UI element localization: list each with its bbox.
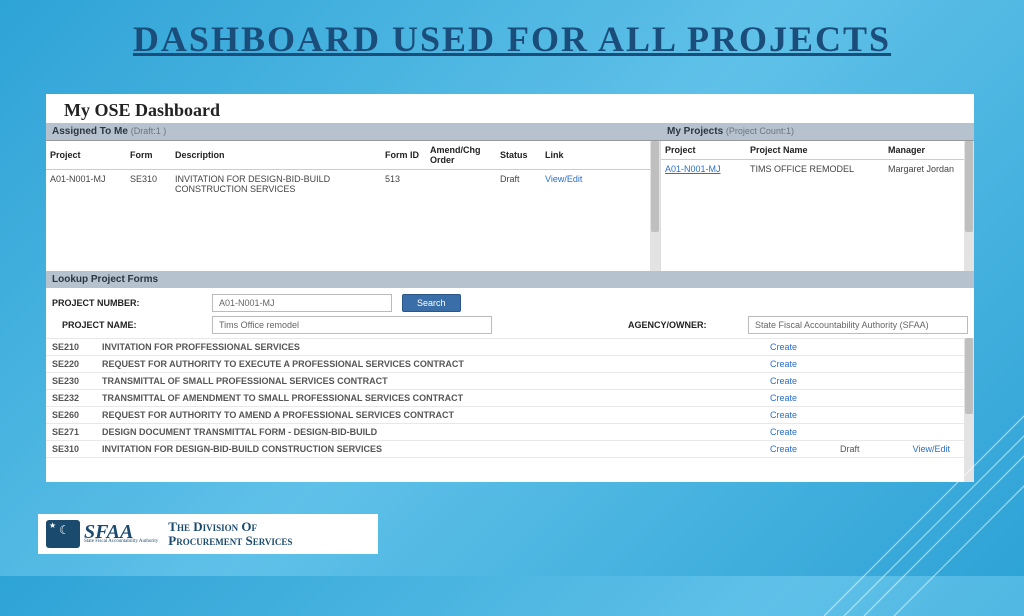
- table-row: [46, 458, 974, 465]
- assigned-table-container: Project Form Description Form ID Amend/C…: [46, 141, 661, 271]
- table-row: SE260REQUEST FOR AUTHORITY TO AMEND A PR…: [46, 407, 974, 424]
- cell-form: SE310: [126, 170, 171, 199]
- form-code: SE230: [46, 373, 96, 390]
- form-code: SE260: [46, 407, 96, 424]
- division-line2: Procurement Services: [168, 534, 292, 548]
- cell-status: Draft: [496, 170, 541, 199]
- view-edit-link[interactable]: View/Edit: [545, 174, 582, 184]
- label-agency-owner: AGENCY/OWNER:: [628, 320, 738, 330]
- scrollbar[interactable]: [964, 141, 974, 271]
- assigned-header-count: (Draft:1 ): [131, 126, 167, 136]
- cell-amend: [426, 170, 496, 199]
- search-button[interactable]: Search: [402, 294, 461, 312]
- form-desc: TRANSMITTAL OF SMALL PROFESSIONAL SERVIC…: [96, 373, 764, 390]
- table-row: SE210INVITATION FOR PROFFESSIONAL SERVIC…: [46, 339, 974, 356]
- form-code: SE210: [46, 339, 96, 356]
- division-text: The Division Of Procurement Services: [168, 520, 292, 547]
- table-row: SE310INVITATION FOR DESIGN-BID-BUILD CON…: [46, 441, 974, 458]
- form-code: SE220: [46, 356, 96, 373]
- label-project-name: PROJECT NAME:: [52, 320, 202, 330]
- form-code: SE232: [46, 390, 96, 407]
- create-link[interactable]: Create: [770, 342, 797, 352]
- form-status: [834, 424, 904, 441]
- cell-description: INVITATION FOR DESIGN-BID-BUILD CONSTRUC…: [171, 170, 381, 199]
- col-formid: Form ID: [381, 141, 426, 170]
- create-link[interactable]: Create: [770, 376, 797, 386]
- form-status: [834, 373, 904, 390]
- form-desc: INVITATION FOR DESIGN-BID-BUILD CONSTRUC…: [96, 441, 764, 458]
- myprojects-header-text: My Projects: [667, 126, 723, 137]
- col-link: Link: [541, 141, 660, 170]
- form-desc: TRANSMITTAL OF AMENDMENT TO SMALL PROFES…: [96, 390, 764, 407]
- scrollbar[interactable]: [650, 141, 660, 271]
- form-status: Draft: [834, 441, 904, 458]
- table-row: SE220REQUEST FOR AUTHORITY TO EXECUTE A …: [46, 356, 974, 373]
- create-link[interactable]: Create: [770, 444, 797, 454]
- project-number-input[interactable]: [212, 294, 392, 312]
- form-code: SE310: [46, 441, 96, 458]
- form-status: [834, 407, 904, 424]
- form-desc: DESIGN DOCUMENT TRANSMITTAL FORM - DESIG…: [96, 424, 764, 441]
- cell-formid: 513: [381, 170, 426, 199]
- form-code: [46, 458, 96, 465]
- lookup-header: Lookup Project Forms: [46, 271, 974, 288]
- section-assigned-header: Assigned To Me (Draft:1 ): [46, 123, 661, 141]
- form-status: [834, 356, 904, 373]
- create-link[interactable]: Create: [770, 410, 797, 420]
- create-link[interactable]: Create: [770, 359, 797, 369]
- lookup-form: PROJECT NUMBER: Search PROJECT NAME: AGE…: [46, 288, 974, 338]
- table-row: A01-N001-MJ TIMS OFFICE REMODEL Margaret…: [661, 160, 974, 179]
- assigned-header-text: Assigned To Me: [52, 126, 128, 137]
- myprojects-table-container: Project Project Name Manager A01-N001-MJ…: [661, 141, 974, 271]
- slide-title: DASHBOARD USED FOR ALL PROJECTS: [0, 0, 1024, 60]
- project-name-input[interactable]: [212, 316, 492, 334]
- col-description: Description: [171, 141, 381, 170]
- form-code: SE271: [46, 424, 96, 441]
- cell-projectname: TIMS OFFICE REMODEL: [746, 160, 884, 179]
- col-manager: Manager: [884, 141, 974, 160]
- forms-table: SE210INVITATION FOR PROFFESSIONAL SERVIC…: [46, 338, 974, 464]
- col-amend: Amend/Chg Order: [426, 141, 496, 170]
- col-project: Project: [46, 141, 126, 170]
- form-desc: REQUEST FOR AUTHORITY TO AMEND A PROFESS…: [96, 407, 764, 424]
- sfaa-logo: SFAA State Fiscal Accountability Authori…: [46, 520, 158, 548]
- assigned-table: Project Form Description Form ID Amend/C…: [46, 141, 660, 198]
- section-myprojects-header: My Projects (Project Count:1): [661, 123, 974, 141]
- cell-manager: Margaret Jordan: [884, 160, 974, 179]
- form-desc: REQUEST FOR AUTHORITY TO EXECUTE A PROFE…: [96, 356, 764, 373]
- form-desc: [96, 458, 764, 465]
- footer-badge: SFAA State Fiscal Accountability Authori…: [38, 514, 378, 554]
- sfaa-brand-sub: State Fiscal Accountability Authority: [84, 540, 158, 544]
- create-link[interactable]: Create: [770, 427, 797, 437]
- division-line1: The Division Of: [168, 520, 292, 534]
- col-project2: Project: [661, 141, 746, 160]
- table-row: SE230TRANSMITTAL OF SMALL PROFESSIONAL S…: [46, 373, 974, 390]
- form-status: [834, 339, 904, 356]
- table-row: A01-N001-MJ SE310 INVITATION FOR DESIGN-…: [46, 170, 660, 199]
- col-form: Form: [126, 141, 171, 170]
- col-status: Status: [496, 141, 541, 170]
- table-row: SE271DESIGN DOCUMENT TRANSMITTAL FORM - …: [46, 424, 974, 441]
- myprojects-header-count: (Project Count:1): [726, 126, 794, 136]
- cell-project: A01-N001-MJ: [46, 170, 126, 199]
- form-status: [834, 458, 904, 465]
- col-projectname: Project Name: [746, 141, 884, 160]
- sfaa-logo-icon: [46, 520, 80, 548]
- myprojects-table: Project Project Name Manager A01-N001-MJ…: [661, 141, 974, 178]
- forms-list-container: SE210INVITATION FOR PROFFESSIONAL SERVIC…: [46, 338, 974, 482]
- project-link[interactable]: A01-N001-MJ: [665, 164, 721, 174]
- create-link[interactable]: Create: [770, 393, 797, 403]
- view-edit-link[interactable]: View/Edit: [913, 444, 950, 454]
- agency-owner-input[interactable]: [748, 316, 968, 334]
- table-row: SE232TRANSMITTAL OF AMENDMENT TO SMALL P…: [46, 390, 974, 407]
- scrollbar[interactable]: [964, 338, 974, 482]
- form-status: [834, 390, 904, 407]
- dashboard-heading: My OSE Dashboard: [46, 94, 974, 123]
- label-project-number: PROJECT NUMBER:: [52, 298, 202, 308]
- dashboard-panel: My OSE Dashboard Assigned To Me (Draft:1…: [46, 94, 974, 482]
- form-desc: INVITATION FOR PROFFESSIONAL SERVICES: [96, 339, 764, 356]
